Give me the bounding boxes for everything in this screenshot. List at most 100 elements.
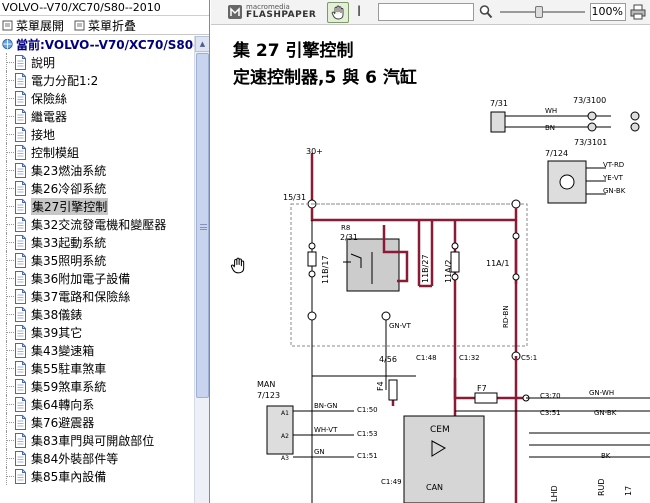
flashpaper-toolbar: macromedia FLASHPAPER I 100%: [211, 0, 650, 25]
tree-item[interactable]: 繼電器: [0, 107, 194, 125]
tree-item[interactable]: 控制模組: [0, 143, 194, 161]
zoom-level-field[interactable]: 100%: [590, 3, 626, 21]
search-icon[interactable]: [479, 4, 493, 20]
switch-component: [490, 111, 506, 133]
tree-root-label: 當前:VOLVO--V70/XC70/S80--2010: [16, 38, 194, 52]
text-select-icon[interactable]: I: [357, 4, 361, 20]
connector: [308, 270, 316, 278]
connector: [630, 122, 640, 132]
tree-item-label: 集83車門與可開啟部位: [31, 433, 155, 448]
diagram-label: 2/31: [340, 233, 358, 242]
document-viewer: macromedia FLASHPAPER I 100% 集 27 引擎控制 定…: [211, 0, 650, 503]
diagram-label: A2: [281, 433, 289, 440]
document-page-icon: [15, 324, 26, 340]
tree-items: 說明電力分配1:2 保險絲繼電器 接地 控制模組 集23燃油系統集26冷卻系統 集27引擎…: [0, 53, 194, 485]
app-window: VOLVO--V70/XC70/S80--2010 菜單展開 菜單折叠 當前:V…: [0, 0, 650, 503]
tree-item[interactable]: 集32交流發電機和變壓器: [0, 215, 194, 233]
diagram-label: 7/123: [257, 391, 280, 400]
diagram-label: GN-WH: [589, 389, 614, 397]
document-page-icon: [15, 252, 26, 268]
tree-item[interactable]: 集43變速箱: [0, 341, 194, 359]
tree-item[interactable]: 集39其它: [0, 323, 194, 341]
tree-item[interactable]: 集59煞車系統: [0, 377, 194, 395]
tree-item-label: 集55駐車煞車: [31, 361, 107, 376]
tree-item[interactable]: 集26冷卻系統: [0, 179, 194, 197]
tree-item[interactable]: 接地: [0, 125, 194, 143]
tree-item[interactable]: 集33起動系統: [0, 233, 194, 251]
collapse-menu-button[interactable]: 菜單折叠: [74, 17, 136, 34]
scroll-thumb[interactable]: [196, 53, 209, 398]
tree-root[interactable]: 當前:VOLVO--V70/XC70/S80--2010: [0, 36, 194, 53]
tree-item-label: 集33起動系統: [31, 235, 107, 250]
document-page[interactable]: 集 27 引擎控制 定速控制器,5 與 6 汽缸 7/31 73/3100 WH BN…: [211, 26, 650, 503]
connector: [512, 232, 520, 240]
document-page-icon: [15, 306, 26, 322]
tree-item[interactable]: 集35照明系統: [0, 251, 194, 269]
connector: [587, 111, 597, 121]
diagram-label: CAN: [426, 483, 443, 492]
diagram-label: 11B/27: [421, 254, 430, 283]
tree-item[interactable]: 電力分配1:2: [0, 71, 194, 89]
tree-item[interactable]: 集23燃油系統: [0, 161, 194, 179]
diagram-label: GN-BK: [594, 409, 617, 417]
tree-item-label: 集26冷卻系統: [31, 181, 107, 196]
find-input[interactable]: [378, 3, 474, 21]
connector: [451, 242, 459, 250]
tree-item[interactable]: 集85車內設備: [0, 467, 194, 485]
document-page-icon: [15, 378, 26, 394]
tree-item-label: 說明: [31, 55, 56, 70]
tree-item[interactable]: 集36附加電子設備: [0, 269, 194, 287]
tree-scrollbar[interactable]: ▲: [194, 36, 209, 503]
tree-item[interactable]: 集55駐車煞車: [0, 359, 194, 377]
diagram-label: C3:70: [540, 392, 561, 400]
hand-tool-button[interactable]: [327, 2, 349, 23]
diagram-label: RD-BN: [502, 305, 510, 328]
flashpaper-logo: macromedia FLASHPAPER: [228, 3, 316, 20]
diagram-label: C1:50: [357, 406, 378, 414]
wire: [310, 208, 518, 222]
tree-item[interactable]: 保險絲: [0, 89, 194, 107]
logo-bottom-text: FLASHPAPER: [246, 10, 317, 20]
tree-item[interactable]: 集38儀錶: [0, 305, 194, 323]
tree-item[interactable]: 集37電路和保險絲: [0, 287, 194, 305]
tree-item[interactable]: 說明: [0, 53, 194, 71]
diagram-label: RD-GN: [211, 26, 238, 28]
fuse-f7: [474, 392, 498, 404]
navigation-pane: VOLVO--V70/XC70/S80--2010 菜單展開 菜單折叠 當前:V…: [0, 0, 210, 503]
diagram-label: C5:1: [521, 354, 537, 362]
diagram-label: BN: [545, 124, 555, 132]
diagram-label: C1:48: [416, 354, 437, 362]
document-page-icon: [15, 288, 26, 304]
connector: [308, 242, 316, 250]
connector: [511, 199, 521, 209]
hand-icon: [331, 5, 344, 20]
zoom-slider-knob[interactable]: [534, 6, 543, 18]
man-switch: [266, 405, 294, 455]
expand-menu-button[interactable]: 菜單展開: [2, 17, 64, 34]
tree-item[interactable]: 集76避震器: [0, 413, 194, 431]
tree-item-label: 集38儀錶: [31, 307, 83, 322]
document-page-icon: [15, 342, 26, 358]
diagram-label: A3: [281, 455, 289, 462]
tree-item-label: 集76避震器: [31, 415, 95, 430]
scroll-up-arrow-icon[interactable]: ▲: [195, 36, 209, 52]
document-page-icon: [15, 468, 26, 484]
tree-item-label: 集36附加電子設備: [31, 271, 131, 286]
zoom-slider[interactable]: [500, 6, 585, 18]
tree-item[interactable]: 集64轉向系: [0, 395, 194, 413]
document-page-icon: [15, 432, 26, 448]
diagram-label: BN-GN: [314, 402, 337, 410]
tree-item[interactable]: 集84外裝部件等: [0, 449, 194, 467]
document-page-icon: [15, 198, 26, 214]
document-page-icon: [15, 144, 26, 160]
tree-item-label: 繼電器: [31, 109, 68, 124]
diagram-label: VT-RD: [603, 161, 624, 169]
tree-item[interactable]: 集27引擎控制: [0, 197, 194, 215]
pan-cursor-icon: [230, 257, 245, 274]
diagram-label: RUD: [597, 478, 606, 496]
tree-item[interactable]: 集83車門與可開啟部位: [0, 431, 194, 449]
document-page-icon: [15, 450, 26, 466]
print-icon[interactable]: [630, 4, 646, 20]
tree-item-label: 電力分配1:2: [31, 73, 99, 88]
tree-item-label: 集43變速箱: [31, 343, 95, 358]
